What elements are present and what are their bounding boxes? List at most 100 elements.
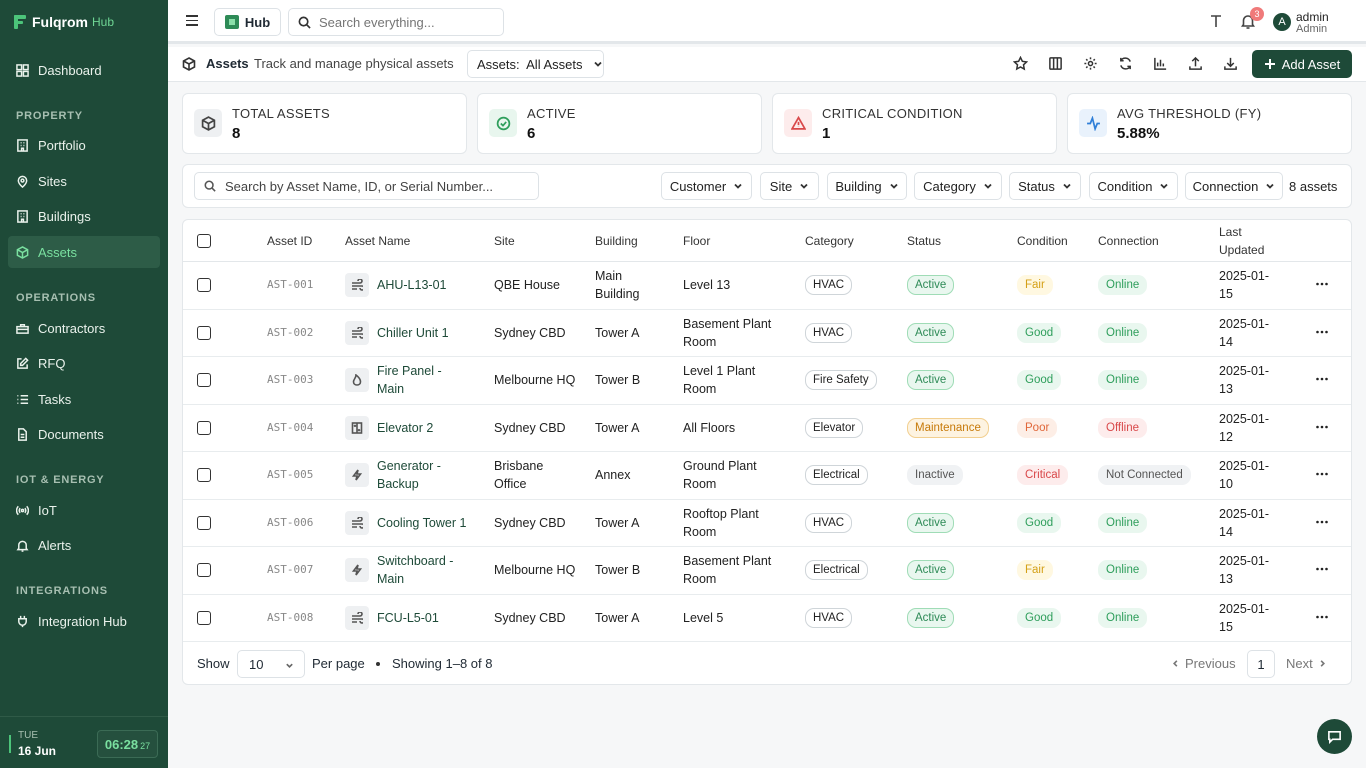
sidebar-item-buildings[interactable]: Buildings [8, 200, 160, 232]
asset-count: 8 assets [1289, 179, 1338, 194]
more-icon[interactable] [1315, 515, 1331, 531]
sidebar-item-dashboard[interactable]: Dashboard [8, 54, 160, 86]
table-row[interactable]: AST-008 FCU-L5-01 Sydney CBD Tower A Level 5… [183, 595, 1351, 642]
page-number-button[interactable]: 1 [1247, 650, 1275, 678]
header-last-updated[interactable]: Last Updated [1219, 220, 1264, 262]
filter-status[interactable]: Status [1009, 172, 1081, 200]
filter-condition[interactable]: Condition [1089, 172, 1178, 200]
floor-cell: Basement Plant Room [683, 547, 779, 594]
download-icon[interactable] [1223, 56, 1239, 72]
asset-name-link[interactable]: Chiller Unit 1 [377, 324, 467, 342]
row-checkbox[interactable] [197, 515, 211, 530]
table-row[interactable]: AST-002 Chiller Unit 1 Sydney CBD Tower A Ba… [183, 310, 1351, 357]
sidebar-item-alerts[interactable]: Alerts [8, 529, 160, 561]
row-checkbox[interactable] [197, 325, 211, 340]
bell-icon [16, 540, 29, 552]
sidebar-item-assets[interactable]: Assets [8, 236, 160, 268]
filter-customer[interactable]: Customer [661, 172, 752, 200]
sidebar-item-integration-hub[interactable]: Integration Hub [8, 605, 160, 637]
user-name[interactable]: admin [1296, 10, 1329, 24]
next-page-button[interactable]: Next [1286, 656, 1327, 671]
avatar[interactable]: A [1273, 13, 1291, 31]
more-icon[interactable] [1315, 372, 1331, 388]
per-page-select[interactable]: 10 [237, 650, 305, 678]
asset-name-link[interactable]: Elevator 2 [377, 419, 467, 437]
gear-icon[interactable] [1083, 56, 1099, 72]
header-connection[interactable]: Connection [1098, 220, 1159, 262]
header-building[interactable]: Building [595, 220, 638, 262]
table-row[interactable]: AST-003 Fire Panel - Main Melbourne HQ Towe… [183, 357, 1351, 405]
sidebar-item-contractors[interactable]: Contractors [8, 312, 160, 344]
global-search[interactable] [288, 8, 504, 36]
view-select[interactable]: Assets: All Assets [467, 50, 604, 78]
asset-name-link[interactable]: Cooling Tower 1 [377, 514, 467, 532]
sidebar-item-documents[interactable]: Documents [8, 418, 160, 450]
status-cell: Active [907, 595, 955, 642]
sidebar-item-tasks[interactable]: Tasks [8, 383, 160, 415]
row-checkbox[interactable] [197, 563, 211, 578]
menu-icon[interactable] [186, 15, 198, 26]
more-icon[interactable] [1315, 562, 1331, 578]
more-icon[interactable] [1315, 325, 1331, 341]
asset-id: AST-002 [267, 325, 314, 339]
chart-icon[interactable] [1153, 56, 1169, 72]
sidebar-item-sites[interactable]: Sites [8, 165, 160, 197]
filter-site[interactable]: Site [760, 172, 819, 200]
row-checkbox[interactable] [197, 420, 211, 435]
table-row[interactable]: AST-004 Elevator 2 Sydney CBD Tower A All Fl… [183, 405, 1351, 452]
row-checkbox[interactable] [197, 610, 211, 625]
text-size-icon[interactable] [1208, 13, 1224, 29]
asset-id-cell: AST-002 [267, 310, 313, 357]
header-status[interactable]: Status [907, 220, 941, 262]
columns-icon[interactable] [1048, 56, 1064, 72]
row-checkbox[interactable] [197, 278, 211, 293]
row-select-cell [197, 500, 211, 547]
filter-building[interactable]: Building [827, 172, 907, 200]
sidebar-item-rfq[interactable]: RFQ [8, 347, 160, 379]
row-checkbox[interactable] [197, 468, 211, 483]
asset-search[interactable] [194, 172, 539, 200]
header-floor[interactable]: Floor [683, 220, 710, 262]
row-select-cell [197, 405, 211, 452]
global-search-input[interactable] [319, 14, 499, 30]
star-icon[interactable] [1012, 55, 1029, 72]
upload-icon[interactable] [1188, 56, 1204, 72]
hub-button[interactable]: Hub [214, 8, 281, 36]
filter-connection[interactable]: Connection [1185, 172, 1283, 200]
logo-icon [14, 15, 26, 29]
asset-name-link[interactable]: Switchboard - Main [377, 552, 467, 588]
more-icon[interactable] [1315, 277, 1331, 293]
table-row[interactable]: AST-001 AHU-L13-01 QBE House Main Building L… [183, 262, 1351, 310]
asset-name-link[interactable]: Generator - Backup [377, 457, 467, 493]
sidebar-item-portfolio[interactable]: Portfolio [8, 129, 160, 161]
header-condition[interactable]: Condition [1017, 220, 1068, 262]
brand[interactable]: Fulqrom Hub [0, 0, 168, 44]
category-cell: HVAC [805, 500, 853, 547]
header-site[interactable]: Site [494, 220, 515, 262]
asset-name-link[interactable]: Fire Panel - Main [377, 362, 467, 398]
table-row[interactable]: AST-007 Switchboard - Main Melbourne HQ Tow… [183, 547, 1351, 595]
connection-badge: Online [1098, 322, 1148, 343]
chat-button[interactable] [1317, 719, 1352, 754]
header-asset-name[interactable]: Asset Name [345, 220, 410, 262]
add-asset-button[interactable]: Add Asset [1252, 50, 1352, 78]
previous-page-button[interactable]: Previous [1171, 656, 1236, 671]
asset-search-input[interactable] [225, 178, 525, 194]
table-row[interactable]: AST-006 Cooling Tower 1 Sydney CBD Tower A R… [183, 500, 1351, 547]
condition-badge: Good [1017, 512, 1062, 533]
select-all-checkbox[interactable] [197, 234, 211, 248]
asset-name-link[interactable]: FCU-L5-01 [377, 609, 467, 627]
header-asset-id[interactable]: Asset ID [267, 220, 312, 262]
asset-name-link[interactable]: AHU-L13-01 [377, 276, 467, 294]
filter-label: Status [1018, 178, 1055, 194]
more-icon[interactable] [1315, 610, 1331, 626]
table-row[interactable]: AST-005 Generator - Backup Brisbane Office… [183, 452, 1351, 500]
row-checkbox[interactable] [197, 373, 211, 388]
condition-cell: Good [1017, 357, 1062, 404]
sidebar-item-iot[interactable]: IoT [8, 494, 160, 526]
more-icon[interactable] [1315, 420, 1331, 436]
filter-category[interactable]: Category [914, 172, 1002, 200]
more-icon[interactable] [1315, 467, 1331, 483]
refresh-icon[interactable] [1118, 56, 1134, 72]
header-category[interactable]: Category [805, 220, 854, 262]
